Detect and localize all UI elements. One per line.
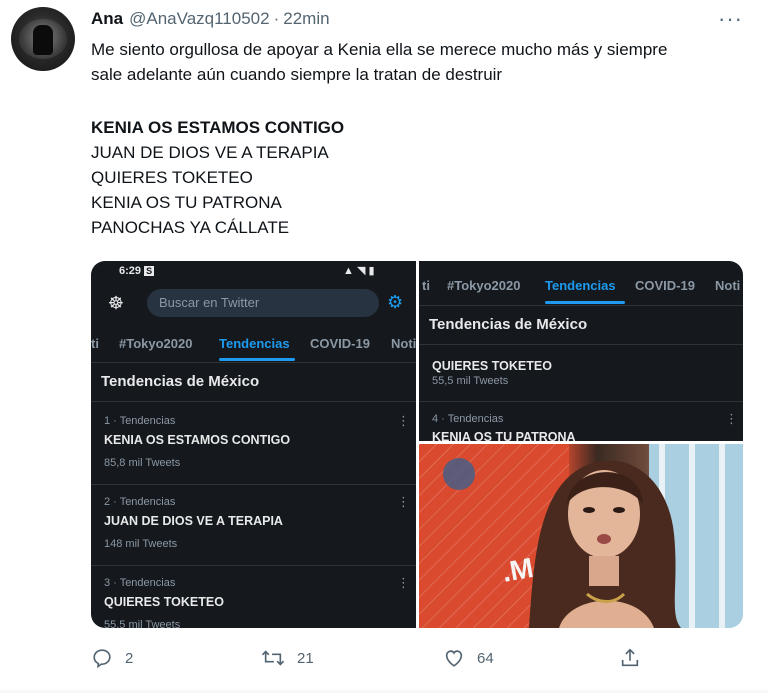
section-title: Tendencias de México [101,373,260,390]
trend-meta: 1 · Tendencias [104,415,176,427]
search-input: Buscar en Twitter [147,289,379,317]
text-line: Me siento orgullosa de apoyar a Kenia el… [91,40,668,59]
tab-partial: ti [91,336,99,351]
retweet-button[interactable]: 21 [261,646,314,670]
tab-tokyo2020: #Tokyo2020 [119,336,193,351]
divider [91,401,416,402]
kebab-icon: ⋮ [397,494,410,509]
like-count: 64 [477,649,494,667]
tab-partial: ti [422,278,430,293]
list-item: JUAN DE DIOS VE A TERAPIA [91,143,329,162]
tab-noticias: Noti [391,336,416,351]
kebab-icon: ⋮ [397,575,410,590]
tab-underline [545,301,625,304]
reply-count: 2 [125,649,134,667]
status-badge: S [144,266,155,276]
settings-icon: ⚙ [387,292,404,312]
list-item: KENIA OS ESTAMOS CONTIGO [91,118,345,137]
status-time: 6:29 [119,265,142,277]
retweet-icon [261,650,285,666]
tweet-text: Me siento orgullosa de apoyar a Kenia el… [91,37,751,240]
trend-count: 55,5 mil Tweets [104,619,181,628]
avatar-figure [33,25,53,55]
tweet-media[interactable]: 6:29 S ▲ ◥ ▮ ☸ Buscar en Twitter ⚙ ti #T… [91,261,743,628]
list-item: KENIA OS TU PATRONA [91,193,282,212]
photo-illustration: .M [419,444,743,628]
like-button[interactable]: 64 [443,646,494,670]
tweet[interactable]: Ana @AnaVazq110502 · 22min ··· Me siento… [0,0,768,693]
reply-button[interactable]: 2 [91,646,133,670]
more-options-icon[interactable]: ··· [718,6,743,32]
kebab-icon: ⋮ [397,413,410,428]
tab-underline [219,358,295,361]
svg-text:.M: .M [500,552,536,588]
media-screenshot-left[interactable]: 6:29 S ▲ ◥ ▮ ☸ Buscar en Twitter ⚙ ti #T… [91,261,416,628]
trend-title: KENIA OS TU PATRONA [432,430,576,441]
heart-icon [445,650,463,667]
divider [91,362,416,363]
media-photo[interactable]: .M [419,444,743,628]
author-handle[interactable]: @AnaVazq110502 [129,9,269,29]
trend-title: KENIA OS ESTAMOS CONTIGO [104,433,291,447]
trend-item: 4 · Tendencias KENIA OS TU PATRONA ⋮ [419,401,743,441]
trend-title: QUIERES TOKETEO [104,595,224,609]
media-screenshot-right[interactable]: ti #Tokyo2020 Tendencias COVID-19 Noti T… [419,261,743,441]
tab-tendencias: Tendencias [545,278,616,293]
trend-title: JUAN DE DIOS VE A TERAPIA [104,514,283,528]
tab-covid: COVID-19 [635,278,695,293]
list-item: QUIERES TOKETEO [91,168,253,187]
tab-tendencias: Tendencias [219,336,290,351]
author-name[interactable]: Ana [91,9,123,29]
trend-meta: 2 · Tendencias [104,496,176,508]
reply-icon [93,649,111,669]
kebab-icon: ⋮ [725,411,738,426]
share-button[interactable] [619,646,641,670]
text-line: sale adelante aún cuando siempre la trat… [91,65,503,84]
share-icon [621,648,639,667]
avatar-icon: ☸ [107,293,125,313]
signal-icon: ▲ ◥ ▮ [343,265,375,277]
tab-noticias: Noti [715,278,741,293]
retweet-count: 21 [297,649,314,667]
trend-item: 3 · Tendencias QUIERES TOKETEO 55,5 mil … [91,565,416,628]
trend-item: 2 · Tendencias JUAN DE DIOS VE A TERAPIA… [91,484,416,566]
list-item: PANOCHAS YA CÁLLATE [91,218,290,237]
trend-meta: 4 · Tendencias [432,413,504,425]
tab-covid: COVID-19 [310,336,370,351]
trend-meta: 3 · Tendencias [104,577,176,589]
search-row: ☸ Buscar en Twitter ⚙ [91,283,416,325]
trend-item: 1 · Tendencias KENIA OS ESTAMOS CONTIGO … [91,403,416,485]
trend-count: 148 mil Tweets [104,538,178,550]
trend-count: 55,5 mil Tweets [432,375,509,387]
avatar[interactable] [11,7,75,71]
trend-count: 85,8 mil Tweets [104,457,181,469]
status-bar: 6:29 S ▲ ◥ ▮ [91,261,416,283]
trend-item: QUIERES TOKETEO 55,5 mil Tweets [419,329,743,411]
timestamp[interactable]: 22min [283,9,329,29]
separator: · [273,9,280,28]
tab-bar: ti #Tokyo2020 Tendencias COVID-19 Noti [419,278,743,308]
tweet-actions: 2 21 64 [91,646,691,670]
divider [419,305,743,306]
tab-tokyo2020: #Tokyo2020 [447,278,521,293]
trend-title: QUIERES TOKETEO [432,359,552,373]
tweet-header: Ana @AnaVazq110502 · 22min [91,9,330,33]
